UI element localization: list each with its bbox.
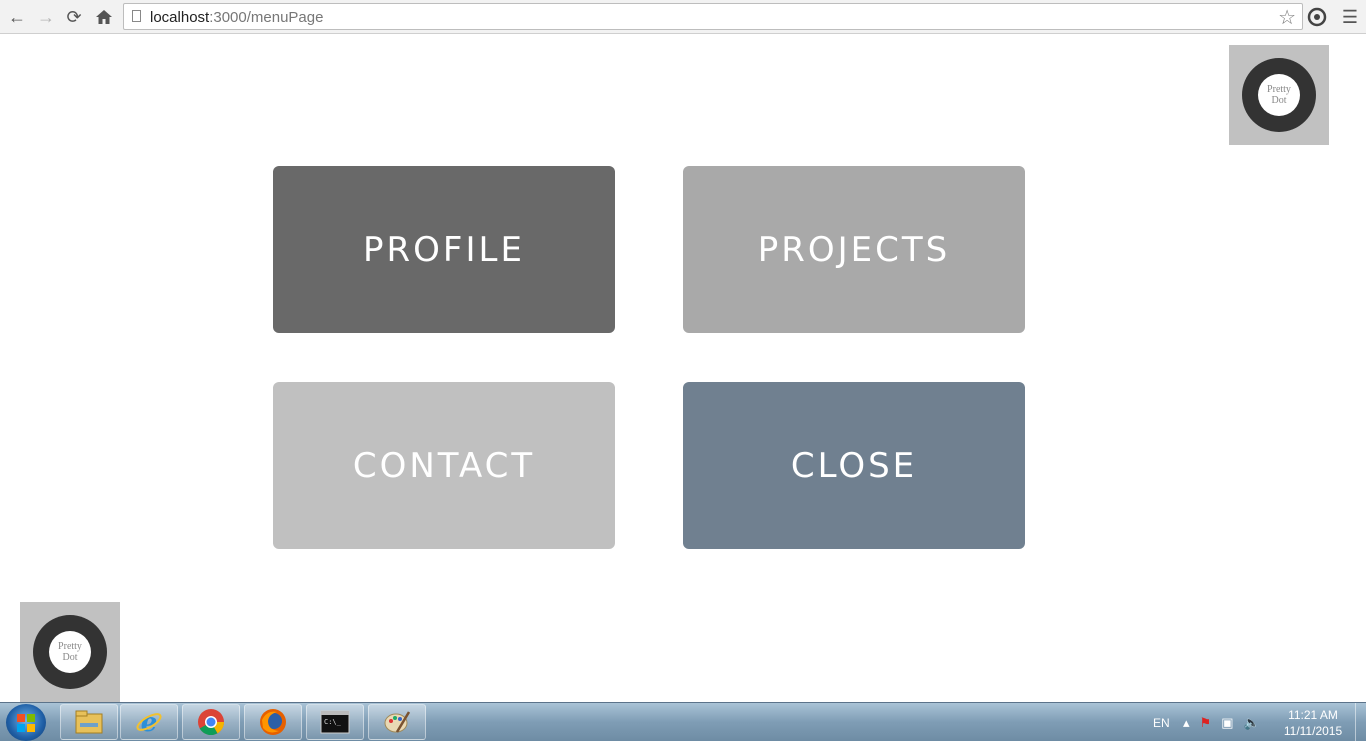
taskbar-app-paint[interactable] — [368, 704, 426, 740]
url-path: :3000/menuPage — [209, 9, 324, 26]
extension-button[interactable] — [1305, 5, 1329, 29]
logo-text: Pretty Dot — [49, 631, 91, 673]
svg-text:C:\_: C:\_ — [324, 718, 342, 726]
page-icon — [132, 10, 141, 22]
back-arrow-icon: ← — [8, 7, 26, 27]
show-desktop-button[interactable] — [1355, 703, 1366, 742]
home-icon — [96, 10, 112, 24]
logo-text-line1: Pretty — [1267, 84, 1291, 95]
logo-text: Pretty Dot — [1258, 74, 1300, 116]
logo-ring: Pretty Dot — [1242, 58, 1316, 132]
forward-button[interactable]: → — [34, 5, 58, 29]
profile-tile[interactable]: PROFILE — [273, 166, 615, 333]
taskbar-app-cmd[interactable]: C:\_ — [306, 704, 364, 740]
language-indicator[interactable]: EN — [1153, 703, 1170, 742]
contact-tile[interactable]: CONTACT — [273, 382, 615, 549]
command-prompt-icon: C:\_ — [320, 710, 350, 734]
file-explorer-icon — [75, 710, 103, 734]
language-label: EN — [1153, 715, 1170, 730]
url-host: localhost — [150, 9, 210, 26]
clock-time: 11:21 AM — [1288, 708, 1338, 722]
projects-tile[interactable]: PROJECTS — [683, 166, 1025, 333]
hamburger-menu-icon: ☰ — [1341, 7, 1359, 27]
network-icon[interactable]: ▣ — [1221, 715, 1233, 731]
address-bar[interactable]: localhost:3000/menuPage ☆ — [123, 3, 1303, 30]
reload-button[interactable]: ⟳ — [62, 5, 86, 29]
start-button[interactable] — [6, 704, 46, 741]
reload-icon: ⟳ — [66, 7, 82, 27]
url-text: localhost:3000/menuPage — [150, 9, 323, 26]
back-button[interactable]: ← — [5, 5, 29, 29]
volume-icon[interactable]: 🔈 — [1243, 715, 1259, 731]
taskbar-app-ie[interactable]: e — [120, 704, 178, 740]
taskbar-app-firefox[interactable] — [244, 704, 302, 740]
show-hidden-icons-icon[interactable]: ▴ — [1183, 715, 1190, 731]
action-center-flag-icon[interactable]: ⚑ — [1200, 715, 1212, 731]
internet-explorer-icon: e — [136, 708, 162, 736]
home-button[interactable] — [92, 5, 116, 29]
logo-text-line1: Pretty — [58, 641, 82, 652]
paint-icon — [384, 711, 411, 733]
extension-icon — [1307, 7, 1327, 27]
logo-text-line2: Dot — [62, 652, 78, 663]
taskbar-app-chrome[interactable] — [182, 704, 240, 740]
logo-text-line2: Dot — [1271, 95, 1287, 106]
browser-toolbar: ← → ⟳ localhost:3000/menuPage ☆ ☰ — [0, 0, 1366, 34]
taskbar: e C:\_ EN ▴ ⚑ ▣ 🔈 11:21 AM 11/11/2015 — [0, 702, 1366, 742]
taskbar-app-explorer[interactable] — [60, 704, 118, 740]
bookmark-star-icon[interactable]: ☆ — [1278, 5, 1296, 30]
windows-logo-icon — [17, 713, 35, 732]
logo-bottom[interactable]: Pretty Dot — [20, 602, 120, 702]
system-tray: ▴ ⚑ ▣ 🔈 — [1183, 703, 1260, 742]
menu-button[interactable]: ☰ — [1338, 5, 1362, 29]
svg-text:e: e — [141, 708, 158, 736]
chrome-icon — [198, 709, 225, 736]
logo-top[interactable]: Pretty Dot — [1229, 45, 1329, 145]
logo-ring: Pretty Dot — [33, 615, 107, 689]
close-tile[interactable]: CLOSE — [683, 382, 1025, 549]
clock-date: 11/11/2015 — [1283, 724, 1343, 738]
clock[interactable]: 11:21 AM 11/11/2015 — [1282, 707, 1344, 739]
forward-arrow-icon: → — [37, 7, 55, 27]
firefox-icon — [260, 709, 286, 735]
